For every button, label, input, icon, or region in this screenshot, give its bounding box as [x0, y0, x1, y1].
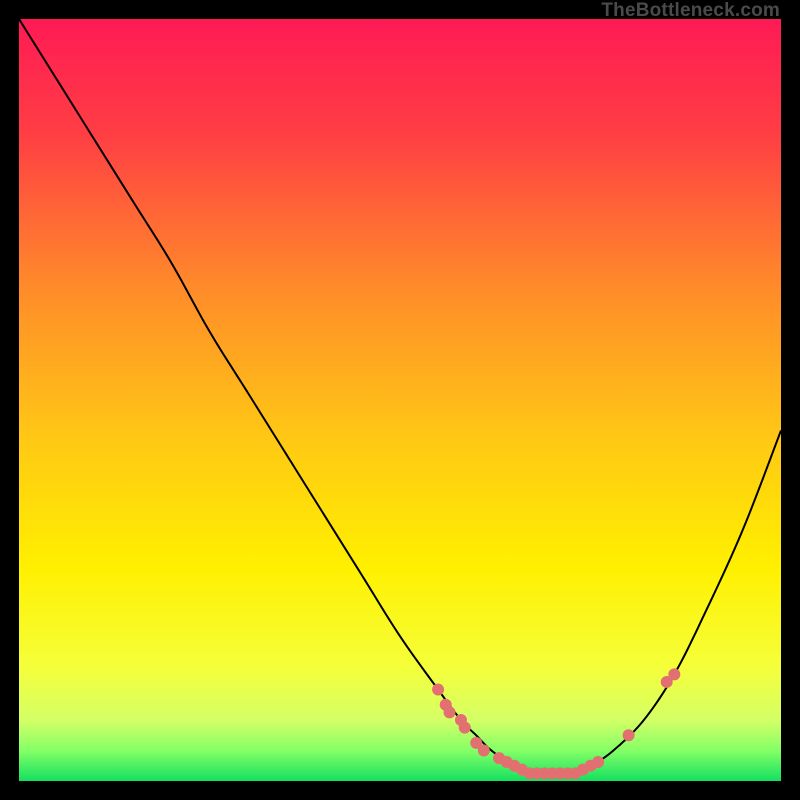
data-point: [592, 756, 604, 768]
data-point: [444, 706, 456, 718]
watermark-text: TheBottleneck.com: [601, 0, 780, 22]
data-point: [459, 722, 471, 734]
data-point: [432, 684, 444, 696]
data-point: [478, 745, 490, 757]
data-point: [623, 729, 635, 741]
gradient-background: [19, 19, 781, 781]
data-point: [668, 668, 680, 680]
chart-plot: [19, 19, 781, 781]
chart-frame: [19, 19, 781, 781]
